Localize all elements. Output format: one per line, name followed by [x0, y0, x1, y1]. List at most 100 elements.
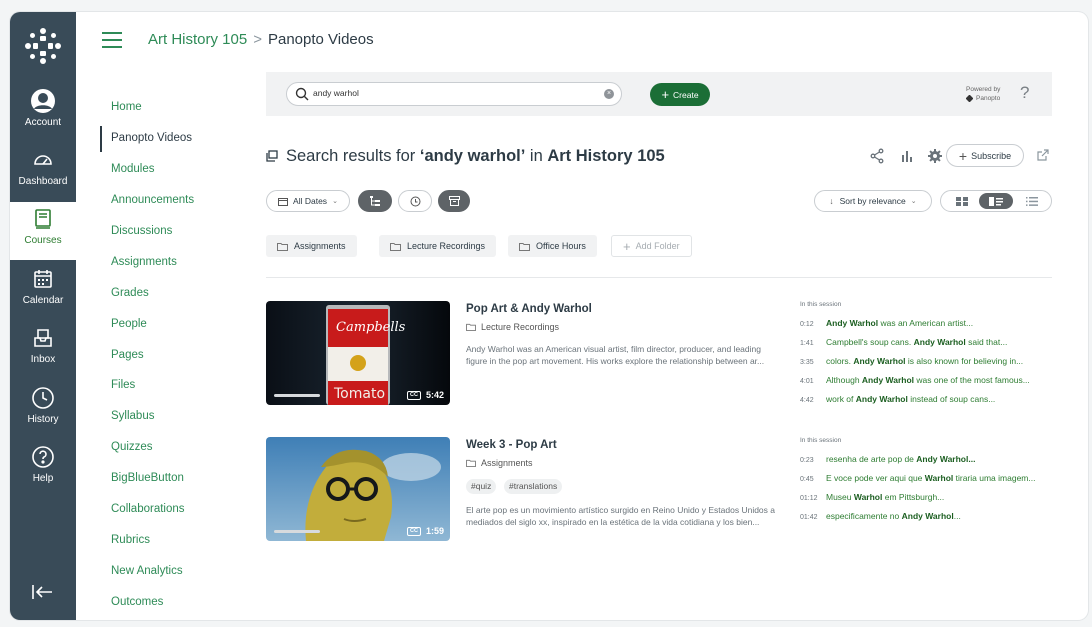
clear-search-icon[interactable]: × — [604, 89, 614, 99]
global-nav: Account Dashboard Courses Calendar Inbox — [10, 12, 76, 620]
global-nav-calendar[interactable]: Calendar — [10, 262, 76, 320]
menu-icon[interactable] — [102, 32, 122, 48]
results-in: in — [525, 147, 548, 165]
search-hit[interactable]: 3:35 colors. Andy Warhol is also known fo… — [800, 356, 1060, 366]
search-hit[interactable]: 0:23 resenha de arte pop de Andy Warhol..… — [800, 454, 1060, 464]
history-icon — [30, 385, 56, 411]
panopto-logo-icon — [966, 95, 973, 102]
search-hit[interactable]: 0:12 Andy Warhol was an American artist..… — [800, 318, 1060, 328]
course-nav-home[interactable]: Home — [111, 101, 142, 113]
breadcrumb-course-link[interactable]: Art History 105 — [148, 31, 247, 48]
search-hit[interactable]: 4:42 work of Andy Warhol instead of soup … — [800, 394, 1060, 404]
collapse-nav-icon[interactable] — [30, 582, 56, 602]
progress-bar — [274, 530, 320, 533]
course-nav-collaborations[interactable]: Collaborations — [111, 503, 185, 515]
global-nav-history[interactable]: History — [10, 381, 76, 439]
global-nav-courses[interactable]: Courses — [10, 202, 76, 260]
session-description: Andy Warhol was an American visual artis… — [466, 344, 765, 366]
search-value: andy warhol — [313, 88, 359, 98]
detail-view-button[interactable] — [979, 193, 1013, 209]
session-title[interactable]: Pop Art & Andy Warhol — [466, 303, 592, 315]
course-nav-syllabus[interactable]: Syllabus — [111, 410, 154, 422]
folder-tree-toggle[interactable] — [358, 190, 392, 212]
folder-chip[interactable]: Lecture Recordings — [379, 235, 497, 257]
settings-gear-icon[interactable] — [927, 148, 943, 164]
global-nav-help[interactable]: Help — [10, 440, 76, 498]
sort-label: Sort by relevance — [839, 196, 906, 206]
in-session-label: In this session — [800, 437, 842, 444]
course-nav-discussions[interactable]: Discussions — [111, 225, 172, 237]
course-nav-rubrics[interactable]: Rubrics — [111, 534, 150, 546]
date-filter-dropdown[interactable]: All Dates ⌄ — [266, 190, 350, 212]
tag-chip[interactable]: #quiz — [466, 479, 497, 494]
global-nav-dashboard[interactable]: Dashboard — [10, 143, 76, 201]
course-nav-modules[interactable]: Modules — [111, 163, 154, 175]
canvas-logo-icon[interactable] — [23, 26, 63, 66]
course-nav-panopto-videos[interactable]: Panopto Videos — [111, 132, 192, 144]
session-folder[interactable]: Lecture Recordings — [466, 322, 559, 332]
archive-icon — [448, 196, 460, 206]
subscribe-button[interactable]: + Subscribe — [946, 144, 1024, 167]
hit-match: Warhol — [853, 492, 883, 502]
powered-by-label: Powered by — [966, 86, 1001, 93]
course-nav-announcements[interactable]: Announcements — [111, 194, 194, 206]
duration-badge: CC 1:59 — [407, 526, 444, 536]
date-filter-label: All Dates — [293, 196, 328, 206]
powered-by: Powered by Panopto — [966, 85, 1000, 103]
course-nav-grades[interactable]: Grades — [111, 287, 149, 299]
session-row: Campbells Tomato CC 5:42 Pop Art & Andy W… — [266, 301, 1052, 405]
divider — [266, 277, 1052, 278]
global-nav-account[interactable]: Account — [10, 84, 76, 142]
list-view-button[interactable] — [1015, 193, 1049, 209]
hit-post: was one of the most famous... — [914, 375, 1030, 385]
session-thumbnail[interactable]: Campbells Tomato CC 5:42 — [266, 301, 450, 405]
course-nav-outcomes[interactable]: Outcomes — [111, 596, 163, 608]
course-nav-assignments[interactable]: Assignments — [111, 256, 177, 268]
hit-pre: especificamente no — [826, 511, 902, 521]
stats-icon[interactable] — [899, 148, 915, 164]
add-folder-label: Add Folder — [635, 241, 680, 251]
global-nav-label: Courses — [24, 235, 62, 246]
create-button[interactable]: + Create — [650, 83, 710, 106]
course-nav-bigbluebutton[interactable]: BigBlueButton — [111, 472, 184, 484]
folder-icon — [277, 242, 288, 251]
search-hit[interactable]: 01:42 especificamente no Andy Warhol... — [800, 511, 1060, 521]
results-course: Art History 105 — [547, 147, 665, 165]
page-header: Art History 105 > Panopto Videos — [76, 12, 1088, 70]
chevron-down-icon: ⌄ — [910, 198, 917, 205]
open-external-icon[interactable] — [1036, 148, 1052, 164]
sort-dropdown[interactable]: ↓ Sort by relevance ⌄ — [814, 190, 932, 212]
course-nav-files[interactable]: Files — [111, 379, 135, 391]
search-hit[interactable]: 01:12 Museu Warhol em Pittsburgh... — [800, 492, 1060, 502]
archive-filter-toggle[interactable] — [438, 190, 470, 212]
course-nav-new-analytics[interactable]: New Analytics — [111, 565, 183, 577]
global-nav-inbox[interactable]: Inbox — [10, 321, 76, 379]
folder-chip[interactable]: Office Hours — [508, 235, 597, 257]
app-frame: Account Dashboard Courses Calendar Inbox — [10, 12, 1088, 620]
course-nav-quizzes[interactable]: Quizzes — [111, 441, 153, 453]
hit-pre: Campbell's soup cans. — [826, 337, 914, 347]
search-hit[interactable]: 1:41 Campbell's soup cans. Andy Warhol sa… — [800, 337, 1060, 347]
session-folder[interactable]: Assignments — [466, 458, 533, 468]
add-folder-button[interactable]: + Add Folder — [611, 235, 692, 257]
session-title[interactable]: Week 3 - Pop Art — [466, 439, 557, 451]
search-hit[interactable]: 4:01 Although Andy Warhol was one of the … — [800, 375, 1060, 385]
help-question-icon[interactable]: ? — [1020, 83, 1029, 103]
hit-post: said that... — [965, 337, 1008, 347]
results-query: ‘andy warhol’ — [419, 147, 526, 165]
hit-time: 3:35 — [800, 359, 814, 366]
tag-chip[interactable]: #translations — [504, 479, 563, 494]
share-icon[interactable] — [869, 148, 885, 164]
folder-chip[interactable]: Assignments — [266, 235, 357, 257]
search-hit[interactable]: 0:45 E voce pode ver aqui que Warhol tira… — [800, 473, 1060, 483]
view-toggle — [940, 190, 1052, 212]
grid-view-button[interactable] — [945, 193, 979, 209]
recent-filter-toggle[interactable] — [398, 190, 432, 212]
course-nav-pages[interactable]: Pages — [111, 349, 144, 361]
plus-icon: + — [661, 87, 670, 102]
course-nav-people[interactable]: People — [111, 318, 147, 330]
session-thumbnail[interactable]: CC 1:59 — [266, 437, 450, 541]
help-icon — [30, 444, 56, 470]
search-input[interactable]: andy warhol × — [286, 82, 622, 106]
hit-pre: colors. — [826, 356, 854, 366]
